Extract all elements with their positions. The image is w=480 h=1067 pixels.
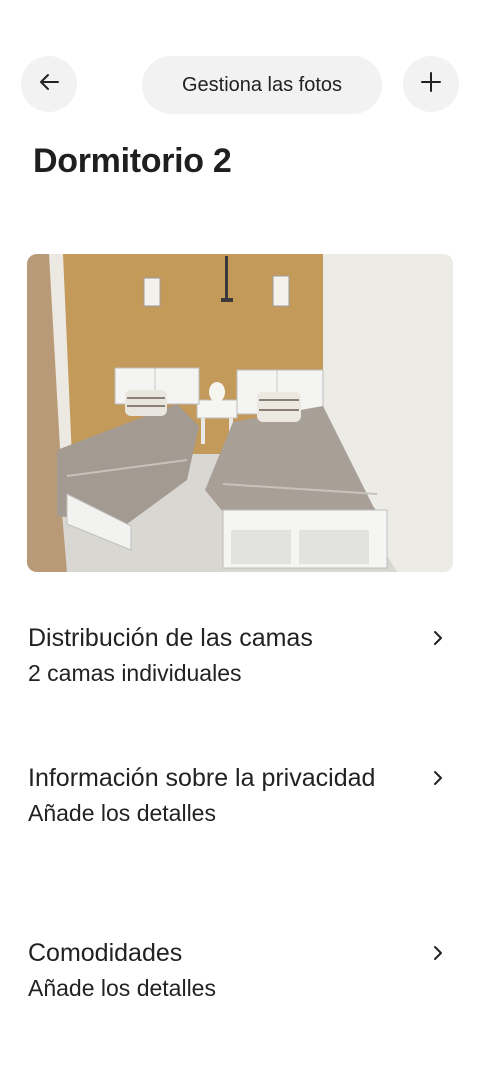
back-button[interactable] — [21, 56, 77, 112]
chevron-right-icon — [428, 943, 448, 963]
bed-layout-subtitle: 2 camas individuales — [28, 660, 242, 686]
privacy-info-subtitle: Añade los detalles — [28, 800, 216, 826]
arrow-left-icon — [38, 71, 60, 98]
chevron-right-icon — [428, 768, 448, 788]
chevron-right-icon — [428, 628, 448, 648]
plus-icon — [420, 71, 442, 98]
room-photo[interactable] — [27, 254, 453, 572]
add-photo-button[interactable] — [403, 56, 459, 112]
bed-layout-title: Distribución de las camas — [28, 624, 313, 652]
scroll-clip-area — [0, 1000, 480, 1067]
top-bar: Gestiona las fotos — [0, 56, 480, 114]
bed-layout-row[interactable]: Distribución de las camas 2 camas indivi… — [28, 620, 448, 690]
manage-photos-label: Gestiona las fotos — [181, 73, 343, 96]
privacy-info-row[interactable]: Información sobre la privacidad Añade lo… — [28, 760, 448, 830]
amenities-title: Comodidades — [28, 939, 183, 967]
room-photo-image — [27, 254, 453, 572]
privacy-info-title: Información sobre la privacidad — [28, 764, 376, 792]
manage-photos-button[interactable]: Gestiona las fotos — [142, 56, 382, 114]
page-title: Dormitorio 2 — [33, 142, 232, 180]
amenities-row[interactable]: Comodidades Añade los detalles — [28, 935, 448, 1005]
